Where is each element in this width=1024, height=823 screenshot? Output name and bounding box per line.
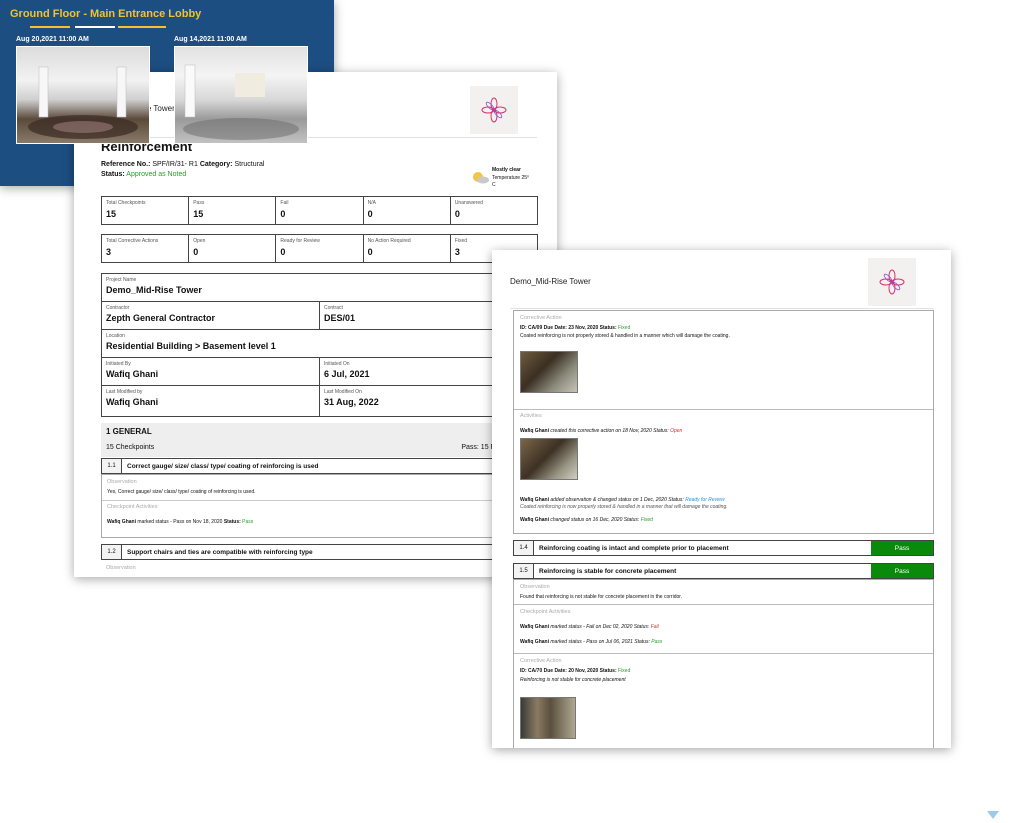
right-photo-timestamp: Aug 14,2021 11:00 AM [174, 36, 247, 43]
status-badge: Fixed [618, 325, 631, 331]
flower-logo-icon [481, 97, 507, 123]
company-logo [868, 258, 916, 306]
corrective-action-label: Corrective Action [520, 658, 562, 664]
corridor-rebar-photo[interactable] [520, 697, 576, 739]
activity-entry: Wafiq Ghani created this corrective acti… [520, 428, 683, 434]
project-name-cell: Project Name Demo_Mid-Rise Tower [106, 277, 202, 295]
rebar-photo[interactable] [520, 438, 578, 480]
checkpoint-number: 1.4 [514, 541, 534, 555]
slide-title: Ground Floor - Main Entrance Lobby [10, 8, 202, 20]
observation-panel: Observation Found that reinforcing is no… [513, 579, 934, 748]
observation-label: Observation [520, 584, 550, 590]
checkpoint-activities-label: Checkpoint Activities [520, 609, 571, 615]
inspection-report-page-2: Demo_Mid-Rise Tower Corrective Action ID… [492, 250, 951, 748]
activity-entry: Wafiq Ghani changed status on 16 Dec, 20… [520, 517, 653, 523]
checkpoint-label: Correct gauge/ size/ class/ type/ coatin… [127, 462, 319, 470]
checkpoint-row[interactable]: 1.5 Reinforcing is stable for concrete p… [513, 563, 934, 579]
section-checkpoint-count: 15 Checkpoints [106, 444, 155, 451]
section-general: 1 GENERAL 15 Checkpoints Pass: 15 Fail: … [101, 423, 538, 457]
checkpoint-label: Reinforcing coating is intact and comple… [539, 544, 729, 552]
activity-entry: Wafiq Ghani marked status - Pass on Nov … [107, 519, 254, 525]
reference-line: Reference No.: SPF/IR/31- R1 Category: S… [101, 161, 265, 168]
flower-logo-icon [879, 269, 905, 295]
observation-text: Found that reinforcing is not stable for… [520, 594, 683, 600]
checkpoint-label: Reinforcing is stable for concrete place… [539, 567, 677, 575]
stat-na: N/A 0 [364, 197, 451, 224]
company-logo [470, 86, 518, 134]
inspection-report-page-1: Demo_Mid-Rise Tower Reinforcement Refere… [74, 72, 557, 577]
observation-label: Observation [106, 565, 136, 571]
initiated-by-cell: Initiated By Wafiq Ghani [102, 358, 320, 385]
lobby-photo-before[interactable] [16, 46, 150, 144]
stat-pass: Pass 15 [189, 197, 277, 224]
activity-note: Coated reinforcing is now properly store… [520, 504, 728, 510]
checkpoint-result-pass: Pass [871, 541, 933, 555]
section-title: 1 GENERAL [106, 427, 152, 436]
activity-entry: Wafiq Ghani added observation & changed … [520, 497, 725, 503]
checkpoint-row[interactable]: 1.1 Correct gauge/ size/ class/ type/ co… [101, 458, 538, 474]
weather-temperature: Temperature 25⁰ C [492, 175, 530, 188]
activities-label: Activities [520, 413, 542, 419]
status-badge: Fixed [618, 668, 631, 674]
corrective-action-description: Reinforcing is not stable for concrete p… [520, 677, 626, 683]
rebar-photo[interactable] [520, 351, 578, 393]
observation-label: Observation [107, 479, 137, 485]
project-info-table: Project Name Demo_Mid-Rise Tower Contract… [101, 273, 538, 417]
activity-entry: Wafiq Ghani marked status - Pass on Jul … [520, 639, 663, 645]
stat-total-checkpoints: Total Checkpoints 15 [102, 197, 190, 224]
project-header: Demo_Mid-Rise Tower [510, 277, 591, 286]
status-line: Status: Approved as Noted [101, 171, 187, 178]
status-badge: Approved as Noted [126, 171, 187, 178]
checkpoint-stats-box: Total Checkpoints 15 Pass 15 Fail 0 N/A 0 Un… [101, 196, 538, 225]
corrective-action-description: Coated reinforcing is not properly store… [520, 333, 730, 339]
stat-open: Open 0 [189, 235, 277, 262]
left-photo-timestamp: Aug 20,2021 11:00 AM [16, 36, 89, 43]
stat-no-action-required: No Action Required 0 [364, 235, 451, 262]
checkpoint-number: 1.5 [514, 564, 534, 578]
stat-fail: Fail 0 [276, 197, 364, 224]
checkpoint-row[interactable]: 1.4 Reinforcing coating is intact and co… [513, 540, 934, 556]
observation-text: Yes, Correct gauge/ size/ class/ type/ c… [107, 489, 256, 495]
stat-unanswered: Unanswered 0 [454, 200, 483, 219]
activity-entry: Wafiq Ghani marked status - Fail on Dec … [520, 624, 659, 630]
checkpoint-label: Support chairs and ties are compatible w… [127, 548, 313, 556]
stat-total-actions: Total Corrective Actions 3 [102, 235, 190, 262]
corrective-action-stats-box: Total Corrective Actions 3 Open 0 Ready fo… [101, 234, 538, 263]
modified-by-cell: Last Modified by Wafiq Ghani [102, 386, 320, 416]
corrective-action-panel: Corrective Action ID: CA/09 Due Date: 23… [513, 310, 934, 534]
stat-ready-for-review: Ready for Review 0 [276, 235, 364, 262]
checkpoint-number: 1.1 [102, 459, 122, 473]
checkpoint-number: 1.2 [102, 545, 122, 559]
checkpoint-row[interactable]: 1.2 Support chairs and ties are compatib… [101, 544, 538, 560]
corrective-action-id-line: ID: CA/09 Due Date: 23 Nov, 2020 Status:… [520, 325, 631, 331]
checkpoint-activities-label: Checkpoint Activities [107, 504, 158, 510]
header-divider [94, 137, 537, 138]
observation-panel: Observation Yes, Correct gauge/ size/ cl… [101, 474, 538, 538]
lobby-photo-after[interactable] [174, 46, 308, 144]
checkpoint-result-pass: Pass [871, 564, 933, 578]
corrective-action-id-line: ID: CA/70 Due Date: 20 Nov, 2020 Status:… [520, 668, 631, 674]
weather-icon [470, 170, 490, 184]
location-cell: Location Residential Building > Basement … [106, 333, 276, 351]
contractor-cell: Contractor Zepth General Contractor [102, 302, 320, 329]
corrective-action-label: Corrective Action [520, 315, 562, 321]
weather-title: Mostly clear [492, 167, 521, 173]
